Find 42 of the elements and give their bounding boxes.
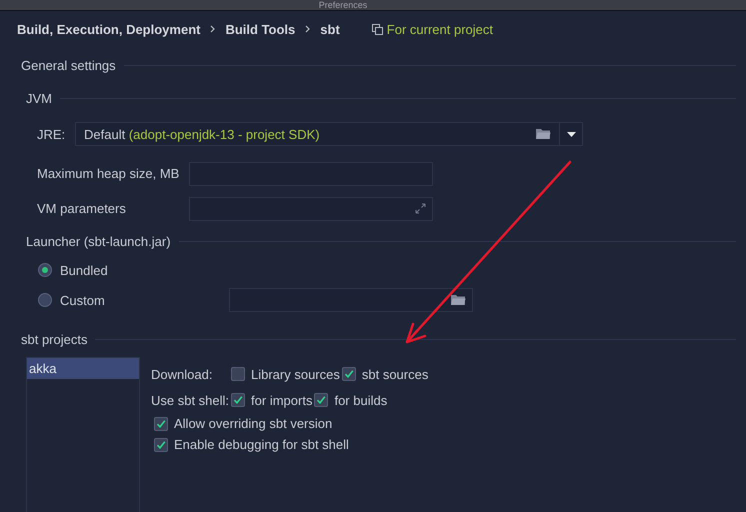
scope-label: For current project (386, 22, 493, 36)
window-title: Preferences (318, 0, 368, 10)
section-title: sbt projects (21, 332, 88, 347)
expand-icon[interactable] (415, 203, 426, 214)
section-title: Launcher (sbt-launch.jar) (26, 234, 171, 249)
radio-button[interactable] (38, 293, 52, 307)
checkbox[interactable] (342, 367, 356, 381)
folder-icon[interactable] (451, 294, 466, 306)
jre-dropdown[interactable]: Default (adopt-openjdk-13 - project SDK) (75, 122, 583, 146)
checkbox[interactable] (154, 438, 168, 452)
jre-value: Default (adopt-openjdk-13 - project SDK) (83, 126, 321, 142)
chevron-icon (210, 25, 216, 33)
chevron-icon (305, 25, 310, 33)
field-label: Maximum heap size, MB (37, 166, 180, 181)
radio-label: Custom (60, 292, 106, 308)
section-title: JVM (26, 91, 52, 106)
breadcrumb-item[interactable]: Build Tools (225, 22, 296, 36)
section-title: General settings (21, 58, 116, 73)
field-label: JRE: (37, 126, 65, 142)
input-field[interactable] (189, 196, 433, 220)
checkbox-label: sbt sources (362, 366, 428, 382)
checkbox[interactable] (314, 393, 328, 407)
checkbox[interactable] (154, 416, 168, 430)
caret-icon[interactable] (566, 132, 576, 136)
checkbox-label: Allow overriding sbt version (174, 416, 332, 431)
checkbox-label: for builds (334, 392, 388, 408)
copy-icon (372, 24, 383, 34)
checkbox[interactable] (231, 367, 245, 381)
folder-icon[interactable] (536, 128, 551, 140)
radio-button[interactable] (38, 263, 52, 277)
project-item[interactable]: akka (27, 358, 139, 379)
breadcrumb-item[interactable]: sbt (320, 22, 340, 36)
input-field[interactable] (229, 288, 473, 312)
option-label: Download: (151, 366, 214, 382)
checkbox-label: Library sources (251, 366, 340, 382)
breadcrumb-item[interactable]: Build, Execution, Deployment (17, 22, 200, 36)
checkbox-label: for imports (251, 392, 312, 408)
radio-label: Bundled (60, 262, 108, 278)
field-label: VM parameters (37, 201, 127, 216)
checkbox-label: Enable debugging for sbt shell (174, 437, 349, 452)
option-label: Use sbt shell: (151, 392, 230, 408)
checkbox[interactable] (231, 393, 246, 407)
